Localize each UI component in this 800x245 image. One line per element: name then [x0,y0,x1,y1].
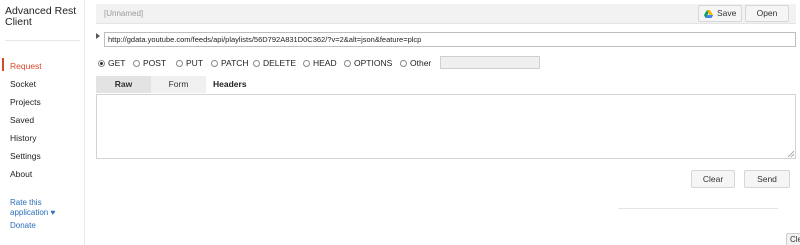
headers-textarea[interactable] [96,94,796,159]
header-tabs: Raw Form Headers [96,76,796,93]
rate-app-link[interactable]: Rate this application ♥ [10,198,80,217]
save-button[interactable]: Save [698,5,742,22]
radio-post[interactable] [133,60,140,67]
sidebar-item-request[interactable]: Request [10,61,42,71]
tab-form[interactable]: Form [151,76,206,93]
other-method-input[interactable] [440,56,540,69]
send-button[interactable]: Send [744,170,790,188]
sidebar-item-saved[interactable]: Saved [10,115,34,125]
google-drive-icon [704,10,713,18]
clear-button[interactable]: Clear [691,170,735,188]
open-button[interactable]: Open [745,5,789,22]
tab-raw[interactable]: Raw [96,76,151,93]
response-divider [618,208,778,209]
radio-other[interactable] [400,60,407,67]
corner-clear-button[interactable]: Cle [786,233,800,245]
sidebar-item-about[interactable]: About [10,169,32,179]
resize-grip-icon[interactable] [787,150,794,157]
sidebar-item-projects[interactable]: Projects [10,97,41,107]
sidebar-item-socket[interactable]: Socket [10,79,36,89]
active-indicator [2,58,4,71]
radio-delete[interactable] [253,60,260,67]
radio-patch[interactable] [211,60,218,67]
triangle-right-icon[interactable] [96,33,100,39]
sidebar: Advanced Rest Client Request Socket Proj… [0,0,85,245]
url-input[interactable]: http://gdata.youtube.com/feeds/api/playl… [104,32,796,47]
donate-link[interactable]: Donate [10,221,36,230]
save-label: Save [717,8,737,18]
request-name[interactable]: [Unnamed] [104,9,143,18]
app-title: Advanced Rest Client [5,5,77,28]
headers-label: Headers [213,79,247,89]
radio-put[interactable] [176,60,183,67]
radio-options[interactable] [344,60,351,67]
sidebar-item-settings[interactable]: Settings [10,151,41,161]
radio-head[interactable] [303,60,310,67]
sidebar-item-history[interactable]: History [10,133,36,143]
radio-get[interactable] [98,60,105,67]
sidebar-divider [5,40,80,41]
request-name-bar: [Unnamed] [96,4,796,24]
